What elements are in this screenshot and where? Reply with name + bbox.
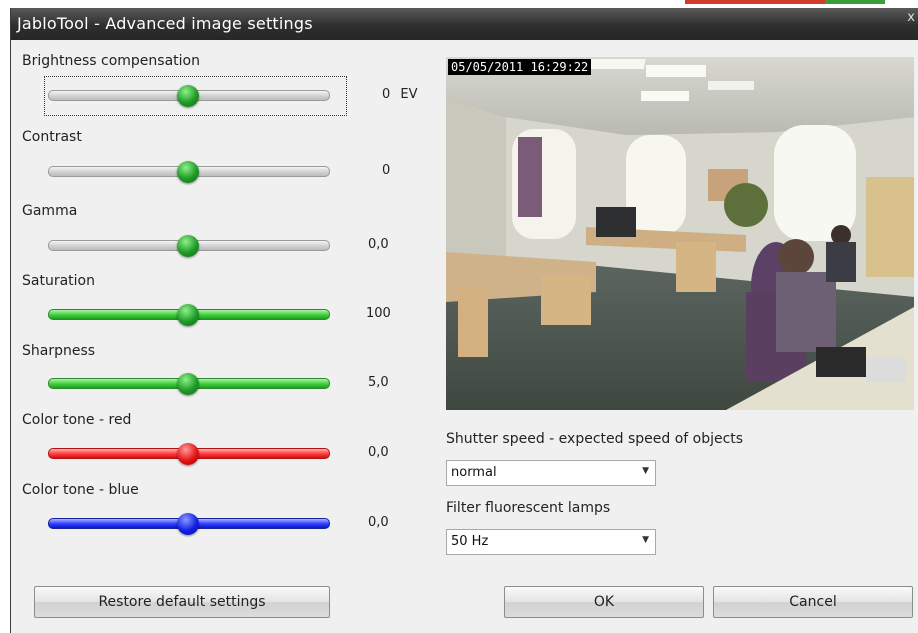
sharpness-label: Sharpness <box>22 343 96 359</box>
window-title: JabloTool - Advanced image settings <box>17 14 313 33</box>
gamma-value: 0,0 <box>368 237 389 252</box>
camera-preview-image <box>446 57 914 410</box>
filter-fluorescent-value: 50 Hz <box>451 534 489 549</box>
brightness-slider[interactable] <box>48 85 330 107</box>
contrast-value: 0 <box>382 163 391 178</box>
chevron-down-icon: ▼ <box>642 535 649 545</box>
saturation-thumb[interactable] <box>177 304 199 326</box>
color-tone-blue-label: Color tone - blue <box>22 482 139 498</box>
saturation-label: Saturation <box>22 273 95 289</box>
restore-defaults-button[interactable]: Restore default settings <box>34 586 330 618</box>
brightness-label: Brightness compensation <box>22 53 200 69</box>
gamma-thumb[interactable] <box>177 235 199 257</box>
cancel-button[interactable]: Cancel <box>713 586 913 618</box>
gamma-slider[interactable] <box>48 235 330 257</box>
brightness-thumb[interactable] <box>177 85 199 107</box>
brightness-unit: EV <box>400 87 418 102</box>
close-icon[interactable]: x <box>907 10 915 25</box>
color-tone-red-slider[interactable] <box>48 443 330 465</box>
color-tone-blue-thumb[interactable] <box>177 513 199 535</box>
filter-fluorescent-label: Filter fluorescent lamps <box>446 500 611 516</box>
title-bar[interactable]: JabloTool - Advanced image settings x <box>11 8 918 40</box>
advanced-image-settings-dialog: JabloTool - Advanced image settings x Br… <box>10 8 918 633</box>
preview-timestamp: 05/05/2011 16:29:22 <box>448 59 592 75</box>
color-tone-red-thumb[interactable] <box>177 443 199 465</box>
sharpness-thumb[interactable] <box>177 373 199 395</box>
ok-button[interactable]: OK <box>504 586 704 618</box>
brightness-number: 0 <box>382 87 391 102</box>
color-tone-red-label: Color tone - red <box>22 412 132 428</box>
color-tone-blue-value: 0,0 <box>368 515 389 530</box>
color-tone-red-value: 0,0 <box>368 445 389 460</box>
brightness-value: 0 EV <box>382 87 418 102</box>
shutter-speed-select[interactable]: normal ▼ <box>446 460 656 486</box>
sharpness-slider[interactable] <box>48 373 330 395</box>
background-strip <box>0 0 918 8</box>
sharpness-value: 5,0 <box>368 375 389 390</box>
camera-preview: 05/05/2011 16:29:22 <box>446 57 914 410</box>
background-red-bar <box>685 0 825 4</box>
shutter-speed-label: Shutter speed - expected speed of object… <box>446 431 744 447</box>
shutter-speed-value: normal <box>451 465 497 480</box>
contrast-label: Contrast <box>22 129 82 145</box>
saturation-value: 100 <box>366 306 391 321</box>
color-tone-blue-slider[interactable] <box>48 513 330 535</box>
contrast-slider[interactable] <box>48 161 330 183</box>
chevron-down-icon: ▼ <box>642 466 649 476</box>
contrast-thumb[interactable] <box>177 161 199 183</box>
saturation-slider[interactable] <box>48 304 330 326</box>
gamma-label: Gamma <box>22 203 78 219</box>
background-green-bar <box>825 0 885 4</box>
filter-fluorescent-select[interactable]: 50 Hz ▼ <box>446 529 656 555</box>
